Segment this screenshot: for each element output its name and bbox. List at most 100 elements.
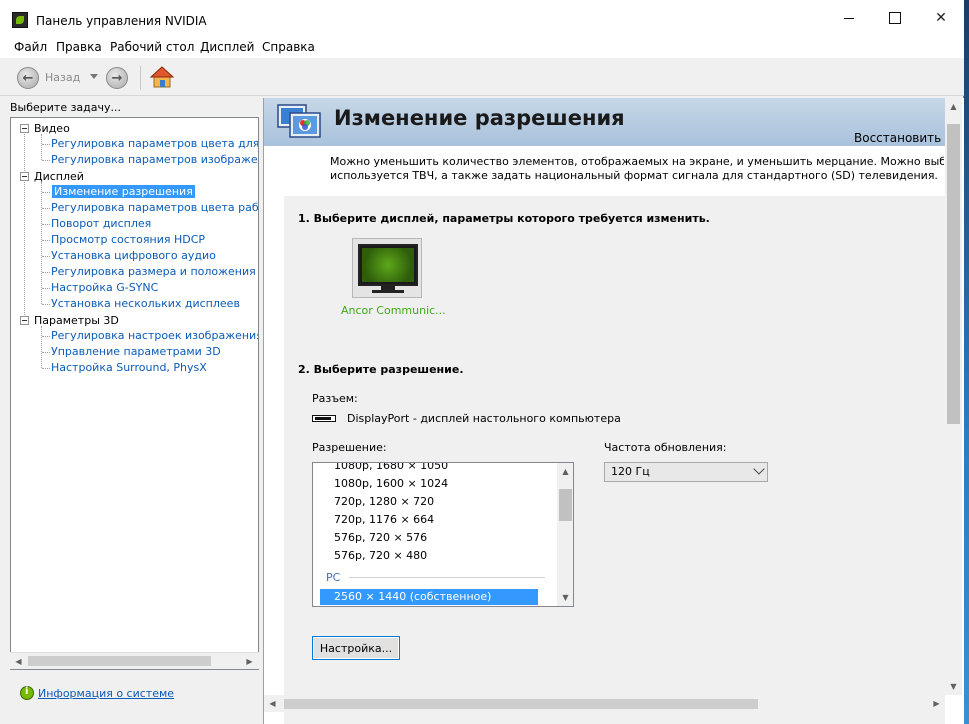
description-line: Можно уменьшить количество элементов, от… bbox=[330, 155, 944, 168]
page-banner: Изменение разрешения Восстановить bbox=[264, 98, 945, 146]
close-button[interactable]: ✕ bbox=[918, 0, 964, 36]
page-description: Можно уменьшить количество элементов, от… bbox=[330, 155, 944, 183]
maximize-button[interactable] bbox=[872, 0, 918, 36]
info-icon bbox=[20, 686, 34, 700]
group-divider bbox=[349, 577, 545, 578]
resolution-group-pc: PC bbox=[326, 571, 341, 584]
tree-line bbox=[42, 352, 50, 353]
tree-item-hdcp[interactable]: Просмотр состояния HDCP bbox=[51, 233, 205, 246]
tree-item-3d-settings[interactable]: Управление параметрами 3D bbox=[51, 345, 221, 358]
tree-item-video-image[interactable]: Регулировка параметров изображения д bbox=[51, 153, 258, 166]
tree-item-multi-display[interactable]: Установка нескольких дисплеев bbox=[51, 297, 240, 310]
arrow-right-icon: → bbox=[111, 70, 123, 86]
back-button[interactable]: ← bbox=[17, 67, 39, 89]
tree-item-change-resolution[interactable]: Изменение разрешения bbox=[52, 185, 195, 198]
content-panel: Изменение разрешения Восстановить Можно … bbox=[263, 98, 964, 724]
tree-horizontal-scrollbar[interactable]: ◀ ▶ bbox=[10, 652, 259, 669]
minimize-button[interactable] bbox=[826, 0, 872, 36]
restore-defaults-link[interactable]: Восстановить bbox=[854, 131, 941, 145]
tree-item-rotate-display[interactable]: Поворот дисплея bbox=[51, 217, 151, 230]
refresh-rate-select[interactable]: 120 Гц bbox=[604, 462, 768, 482]
step-1-heading: 1. Выберите дисплей, параметры которого … bbox=[298, 212, 710, 225]
tree-line bbox=[41, 326, 42, 368]
task-panel-header: Выберите задачу... bbox=[10, 101, 122, 114]
monitor-base bbox=[372, 290, 404, 293]
scrollbar-thumb[interactable] bbox=[559, 489, 572, 521]
display-name[interactable]: Ancor Communic... bbox=[341, 304, 446, 317]
tree-line bbox=[42, 224, 50, 225]
collapse-icon[interactable] bbox=[20, 172, 29, 181]
scroll-up-icon[interactable]: ▲ bbox=[945, 98, 962, 115]
tree-line bbox=[42, 160, 50, 161]
tree-line bbox=[41, 134, 42, 160]
resolution-option[interactable]: 1080p, 1680 × 1050 bbox=[334, 463, 448, 472]
resolution-list[interactable]: 1080p, 1680 × 1050 1080p, 1600 × 1024 72… bbox=[312, 462, 574, 607]
resolution-option[interactable]: 720p, 1176 × 664 bbox=[334, 513, 434, 526]
tree-item-desktop-color[interactable]: Регулировка параметров цвета рабочег bbox=[51, 201, 258, 214]
tree-category-video[interactable]: Видео bbox=[20, 122, 70, 135]
menu-help[interactable]: Справка bbox=[262, 40, 315, 54]
scroll-left-icon[interactable]: ◀ bbox=[10, 653, 27, 670]
tree-line bbox=[42, 144, 50, 145]
history-dropdown-icon[interactable] bbox=[90, 74, 98, 79]
tree-item-surround-physx[interactable]: Настройка Surround, PhysX bbox=[51, 361, 207, 374]
page-title: Изменение разрешения bbox=[334, 106, 625, 130]
tree-item-gsync[interactable]: Настройка G-SYNC bbox=[51, 281, 158, 294]
forward-button[interactable]: → bbox=[106, 67, 128, 89]
resolution-option-selected[interactable]: 2560 × 1440 (собственное) bbox=[320, 589, 538, 605]
menu-file[interactable]: Файл bbox=[14, 40, 47, 54]
connector-value: DisplayPort - дисплей настольного компью… bbox=[347, 412, 621, 425]
tree-line bbox=[42, 336, 50, 337]
resolution-list-scrollbar[interactable]: ▲ ▼ bbox=[557, 463, 573, 606]
menu-desktop[interactable]: Рабочий стол bbox=[110, 40, 194, 54]
resolution-option[interactable]: 576p, 720 × 576 bbox=[334, 531, 427, 544]
tree-line bbox=[42, 368, 50, 369]
tree-category-3d[interactable]: Параметры 3D bbox=[20, 314, 119, 327]
toolbar: ← Назад → bbox=[0, 58, 964, 96]
customize-button[interactable]: Настройка... bbox=[312, 636, 400, 660]
monitor-icon bbox=[358, 244, 418, 286]
tree-item-digital-audio[interactable]: Установка цифрового аудио bbox=[51, 249, 216, 262]
scroll-right-icon[interactable]: ▶ bbox=[928, 695, 945, 712]
menu-edit[interactable]: Правка bbox=[56, 40, 102, 54]
tree-line bbox=[42, 304, 50, 305]
scroll-left-icon[interactable]: ◀ bbox=[264, 695, 281, 712]
nvidia-control-panel-window: Панель управления NVIDIA ✕ Файл Правка Р… bbox=[0, 0, 964, 724]
tree-line bbox=[24, 132, 25, 325]
menu-display[interactable]: Дисплей bbox=[200, 40, 254, 54]
window-title: Панель управления NVIDIA bbox=[36, 14, 207, 28]
tree-item-desktop-size[interactable]: Регулировка размера и положения рабо bbox=[51, 265, 258, 278]
content-horizontal-scrollbar[interactable]: ◀ ▶ bbox=[264, 695, 945, 712]
home-icon[interactable] bbox=[150, 65, 174, 89]
scrollbar-thumb[interactable] bbox=[28, 656, 211, 666]
back-label: Назад bbox=[45, 71, 81, 84]
display-tile[interactable] bbox=[352, 238, 422, 298]
system-info-link[interactable]: Информация о системе bbox=[38, 687, 174, 700]
scroll-down-icon[interactable]: ▼ bbox=[557, 589, 573, 606]
tree-item-video-color[interactable]: Регулировка параметров цвета для вид bbox=[51, 137, 258, 150]
arrow-left-icon: ← bbox=[22, 70, 34, 86]
tree-item-3d-image[interactable]: Регулировка настроек изображения с пр bbox=[51, 329, 258, 342]
scrollbar-thumb[interactable] bbox=[284, 699, 758, 709]
resolution-option[interactable]: 576p, 720 × 480 bbox=[334, 549, 427, 562]
resolution-label: Разрешение: bbox=[312, 441, 387, 454]
step-2-heading: 2. Выберите разрешение. bbox=[298, 363, 464, 376]
scrollbar-thumb[interactable] bbox=[947, 124, 960, 424]
content-vertical-scrollbar[interactable]: ▲ ▼ bbox=[945, 98, 962, 695]
displayport-icon bbox=[312, 415, 336, 422]
tree-line bbox=[41, 182, 42, 304]
collapse-icon[interactable] bbox=[20, 316, 29, 325]
scroll-down-icon[interactable]: ▼ bbox=[945, 678, 962, 695]
category-label: Параметры 3D bbox=[34, 314, 119, 327]
category-label: Видео bbox=[34, 122, 70, 135]
tree-line bbox=[42, 240, 50, 241]
scroll-right-icon[interactable]: ▶ bbox=[241, 653, 258, 670]
tree-category-display[interactable]: Дисплей bbox=[20, 170, 84, 183]
connector-label: Разъем: bbox=[312, 392, 358, 405]
scroll-up-icon[interactable]: ▲ bbox=[557, 463, 573, 480]
resolution-option[interactable]: 1080p, 1600 × 1024 bbox=[334, 477, 448, 490]
tree-line bbox=[42, 272, 50, 273]
refresh-rate-label: Частота обновления: bbox=[604, 441, 727, 454]
collapse-icon[interactable] bbox=[20, 124, 29, 133]
resolution-option[interactable]: 720p, 1280 × 720 bbox=[334, 495, 434, 508]
